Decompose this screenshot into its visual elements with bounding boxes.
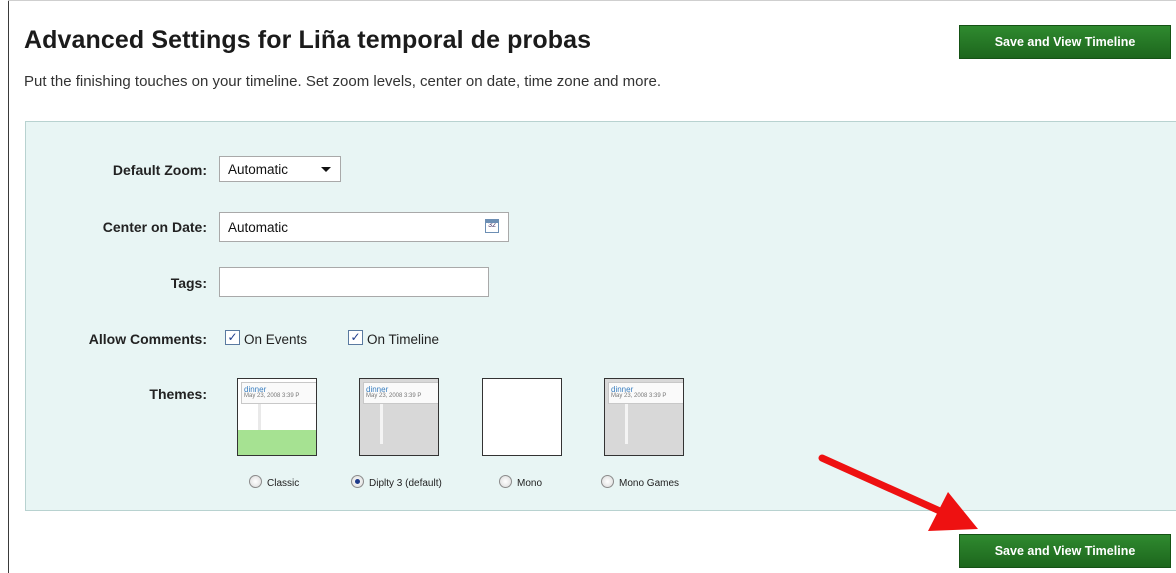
default-zoom-label: Default Zoom: <box>112 162 207 178</box>
theme-preview-date: May 23, 2008 3:39 P <box>244 393 300 399</box>
on-timeline-label: On Timeline <box>367 332 440 347</box>
themes-label: Themes: <box>149 386 207 402</box>
theme-option-label-classic: Classic <box>267 478 300 489</box>
theme-preview-dipity3[interactable]: dinner May 23, 2008 3:39 P <box>359 378 439 456</box>
theme-radio-mono-games[interactable] <box>601 475 614 488</box>
theme-radio-mono[interactable] <box>499 475 512 488</box>
theme-preview-date: May 23, 2008 3:39 P <box>366 393 422 399</box>
calendar-icon[interactable]: 32 <box>485 219 499 233</box>
theme-option-label-dipity3: Diplty 3 (default) <box>369 478 442 489</box>
theme-preview-mono-games[interactable]: dinner May 23, 2008 3:39 P <box>604 378 684 456</box>
on-timeline-checkbox[interactable]: ✓ <box>348 330 363 345</box>
page-title: Advanced Settings for Liña temporal de p… <box>24 26 592 54</box>
default-zoom-value: Automatic <box>228 161 289 177</box>
theme-option-label-mono: Mono <box>517 478 543 489</box>
center-on-date-label: Center on Date: <box>102 219 207 235</box>
save-and-view-timeline-button-bottom[interactable]: Save and View Timeline <box>959 534 1171 568</box>
window-top-edge <box>8 0 1176 1</box>
save-and-view-timeline-button-top[interactable]: Save and View Timeline <box>959 25 1171 59</box>
theme-radio-dipity3[interactable] <box>351 475 364 488</box>
tags-input[interactable] <box>219 267 489 297</box>
default-zoom-select[interactable]: Automatic <box>219 156 341 182</box>
theme-preview-stem <box>380 404 383 444</box>
tags-label: Tags: <box>170 275 207 291</box>
advanced-settings-panel: Default Zoom: Automatic Center on Date: … <box>25 121 1176 511</box>
page-subtitle: Put the finishing touches on your timeli… <box>24 73 662 90</box>
theme-option-label-mono-games: Mono Games <box>619 478 680 489</box>
theme-preview-mono[interactable] <box>482 378 562 456</box>
theme-preview-ground <box>238 430 316 455</box>
on-events-checkbox[interactable]: ✓ <box>225 330 240 345</box>
window-left-edge <box>8 0 9 573</box>
allow-comments-label: Allow Comments: <box>88 331 207 347</box>
theme-preview-date: May 23, 2008 3:39 P <box>611 393 667 399</box>
on-events-label: On Events <box>244 332 308 347</box>
theme-radio-classic[interactable] <box>249 475 262 488</box>
theme-preview-stem <box>625 404 628 444</box>
theme-preview-classic[interactable]: dinner May 23, 2008 3:39 P <box>237 378 317 456</box>
chevron-down-icon <box>321 167 331 172</box>
center-on-date-input[interactable] <box>219 212 509 242</box>
